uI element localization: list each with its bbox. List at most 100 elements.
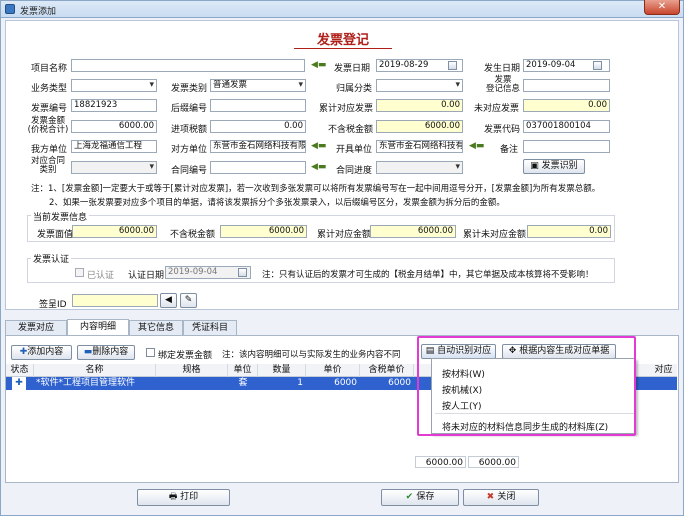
invoice-ocr-button[interactable]: ▣ 发票识别 — [523, 159, 585, 174]
calendar-icon[interactable] — [238, 268, 247, 277]
remark-field[interactable] — [523, 140, 610, 153]
print-label: 打印 — [180, 492, 199, 502]
bind-amount-checkbox[interactable] — [146, 348, 155, 357]
invoice-category-select[interactable]: 普通发票 — [210, 79, 306, 92]
sign-id-label: 签呈ID — [39, 300, 67, 310]
bottom-bar — [5, 484, 679, 511]
post-no-label: 后缀编号 — [171, 104, 208, 114]
col-name[interactable]: 名称 — [34, 364, 156, 377]
calendar-icon[interactable] — [593, 61, 602, 70]
print-button[interactable]: 🖶 打印 — [137, 489, 230, 506]
amount-ex-tax-label: 不含税金额 — [328, 125, 374, 135]
amount-ex-tax-field: 6000.00 — [376, 120, 463, 133]
occur-date-label: 发生日期 — [484, 64, 521, 74]
invoice-category-label: 发票类别 — [171, 84, 208, 94]
pick-arrow-icon[interactable]: ◀▬ — [311, 163, 326, 172]
ex-tax-label: 不含税金额 — [170, 230, 216, 240]
acc-amount-field: 6000.00 — [370, 225, 456, 238]
note-line-1: 注：1、[发票金额]一定要大于或等于[累计对应发票]，若一次收到多张发票可以将所… — [31, 184, 601, 194]
project-name-label: 项目名称 — [31, 64, 68, 74]
add-content-button[interactable]: ✚添加内容 — [11, 345, 72, 360]
row-tax-price[interactable]: 6000 — [360, 377, 411, 390]
close-window-button[interactable]: ✕ — [644, 0, 680, 15]
face-amount-field: 6000.00 — [72, 225, 157, 238]
pick-arrow-icon[interactable]: ◀▬ — [311, 142, 326, 151]
col-qty[interactable]: 数量 — [258, 364, 306, 377]
scan-icon: ▣ — [530, 161, 542, 171]
delete-content-button[interactable]: ▬删除内容 — [77, 345, 135, 360]
row-status-icon: ✚ — [12, 377, 26, 390]
archive-category-select[interactable] — [376, 79, 463, 92]
unmatched-field: 0.00 — [523, 99, 610, 112]
business-type-select[interactable] — [71, 79, 157, 92]
footer-total-1: 6000.00 — [415, 456, 466, 468]
our-unit-field[interactable]: 上海龙福通信工程 — [71, 140, 157, 153]
cert-title: 发票认证 — [31, 252, 72, 265]
issue-unit-field[interactable]: 东营市金石网络科技有限 — [376, 140, 463, 153]
pick-arrow-icon[interactable]: ◀▬ — [311, 61, 326, 70]
face-amount-label: 发票面值 — [37, 230, 74, 240]
input-tax-label: 进项税额 — [171, 125, 208, 135]
save-button[interactable]: ✔ 保存 — [381, 489, 459, 506]
post-no-field[interactable] — [210, 99, 306, 112]
tab-invoice-match[interactable]: 发票对应 — [5, 320, 67, 336]
row-spec[interactable] — [156, 377, 228, 390]
row-qty[interactable]: 1 — [258, 377, 303, 390]
invoice-code-field[interactable]: 037001800104 — [523, 120, 610, 133]
input-tax-field[interactable]: 0.00 — [210, 120, 306, 133]
unmatched-label: 未对应发票 — [474, 104, 520, 114]
certified-label: 已认证 — [87, 271, 115, 281]
col-spec[interactable]: 规格 — [156, 364, 228, 377]
contract-type-select[interactable] — [71, 161, 157, 174]
invoice-no-label: 发票编号 — [31, 104, 68, 114]
reg-info-field[interactable] — [523, 79, 610, 92]
contract-no-field[interactable] — [210, 161, 306, 174]
form-heading: 发票登记 — [316, 33, 369, 48]
bind-amount-label: 绑定发票金额 — [158, 351, 213, 361]
invoice-no-field[interactable]: 18821923 — [71, 99, 157, 112]
remark-label: 备注 — [500, 145, 519, 155]
col-price[interactable]: 单价 — [306, 364, 360, 377]
row-price[interactable]: 6000 — [306, 377, 357, 390]
project-name-field[interactable] — [71, 59, 305, 72]
minus-icon: ▬ — [83, 347, 93, 357]
tab-other-info[interactable]: 其它信息 — [129, 320, 183, 336]
other-unit-field[interactable]: 东营市金石网络科技有限 — [210, 140, 306, 153]
other-unit-label: 对方单位 — [171, 145, 208, 155]
pick-arrow-icon[interactable]: ◀▬ — [469, 142, 484, 151]
tab-voucher-subject[interactable]: 凭证科目 — [183, 320, 237, 336]
close-icon: ✖ — [486, 492, 498, 502]
add-content-label: 添加内容 — [27, 347, 64, 357]
edit-pen-icon[interactable]: ✎ — [180, 293, 197, 308]
cert-date-label: 认证日期 — [128, 271, 165, 281]
business-type-label: 业务类型 — [31, 84, 68, 94]
certified-checkbox[interactable] — [75, 268, 84, 277]
acc-invoice-label: 累计对应发票 — [319, 104, 374, 114]
calendar-icon[interactable] — [448, 61, 457, 70]
invoice-date-label: 发票日期 — [334, 64, 371, 74]
amount-field[interactable]: 6000.00 — [71, 120, 157, 133]
close-button[interactable]: ✖ 关闭 — [463, 489, 539, 506]
col-match[interactable]: 对应 — [650, 364, 677, 377]
note-line-2: 2、如果一张发票要对应多个项目的单据，请将该发票拆分个多张发票录入，以后缀编号区… — [49, 198, 505, 208]
row-unit[interactable]: 套 — [228, 377, 258, 390]
pick-arrow-icon[interactable]: ◀ — [160, 293, 177, 308]
contract-progress-label: 合同进度 — [336, 166, 373, 176]
col-unit[interactable]: 单位 — [228, 364, 258, 377]
window-title: 发票添加 — [20, 7, 57, 17]
amount-label: 发票金额 (价税合计) — [27, 116, 69, 135]
footer-total-2: 6000.00 — [468, 456, 519, 468]
heading-underline — [294, 48, 392, 49]
tab-content-detail[interactable]: 内容明细 — [67, 319, 129, 336]
window-titlebar: 发票添加 — [0, 0, 684, 17]
row-name[interactable]: *软件*工程项目管理软件 — [36, 377, 156, 390]
check-icon: ✔ — [405, 492, 417, 502]
our-unit-label: 我方单位 — [31, 145, 68, 155]
invoice-code-label: 发票代码 — [484, 125, 521, 135]
col-tax-price[interactable]: 含税单价 — [360, 364, 414, 377]
col-status[interactable]: 状态 — [6, 364, 34, 377]
contract-type-label: 对应合同 类别 — [30, 156, 65, 175]
contract-progress-select[interactable] — [376, 161, 463, 174]
archive-category-label: 归属分类 — [336, 84, 373, 94]
sign-id-field[interactable] — [72, 294, 158, 307]
